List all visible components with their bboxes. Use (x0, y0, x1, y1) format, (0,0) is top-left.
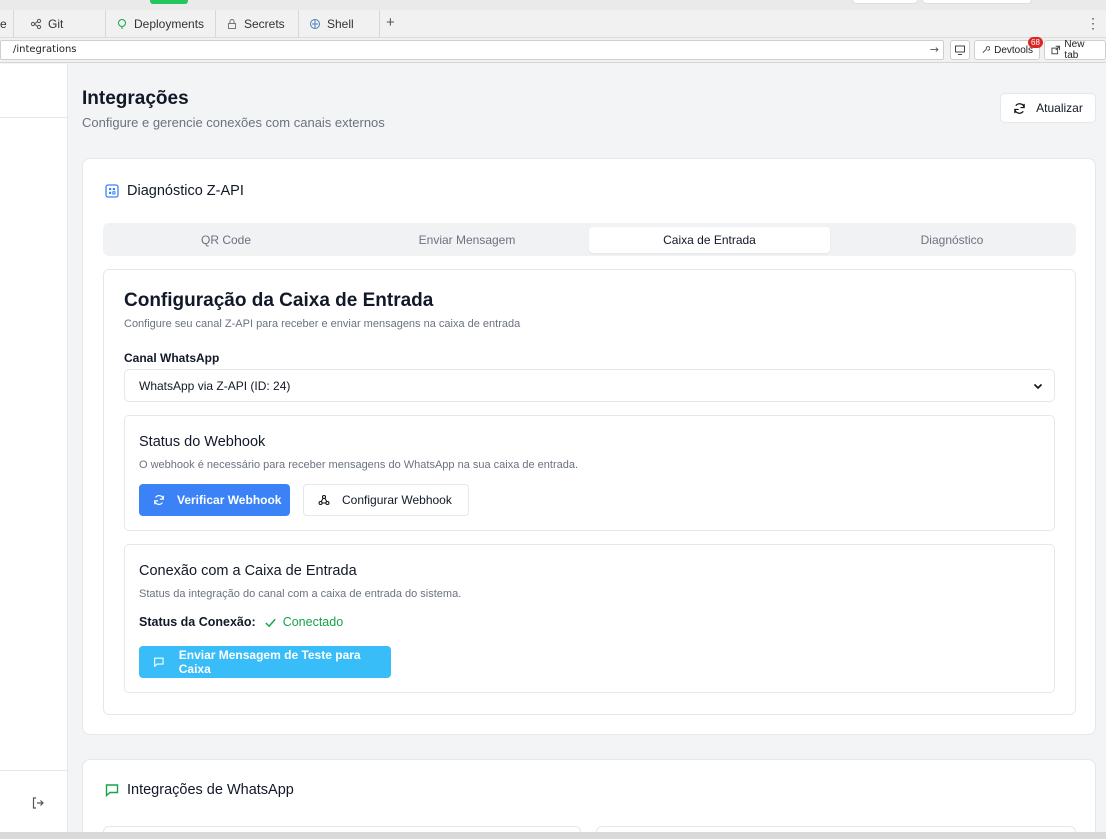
inbox-config-panel: Configuração da Caixa de Entrada Configu… (103, 269, 1076, 715)
more-options-icon[interactable]: ⋮ (1086, 15, 1100, 32)
url-text: /integrations (13, 44, 77, 55)
partial-icon: e (0, 17, 7, 31)
tab-secrets[interactable]: Secrets (216, 10, 299, 38)
inbox-config-subtitle: Configure seu canal Z-API para receber e… (124, 318, 521, 330)
refresh-button[interactable]: Atualizar (1000, 93, 1096, 123)
verify-webhook-label: Verificar Webhook (177, 493, 282, 507)
webhook-description: O webhook é necessário para receber mens… (139, 459, 579, 471)
webhook-title: Status do Webhook (139, 434, 266, 450)
devtools-button[interactable]: Devtools 68 (974, 37, 1043, 60)
device-preview-button[interactable] (950, 40, 970, 60)
whatsapp-card-title: Integrações de WhatsApp (105, 782, 294, 798)
new-tab-label: New tab (1064, 39, 1085, 61)
browser-top-strip (0, 0, 1106, 10)
tab-qr-code[interactable]: QR Code (107, 227, 345, 253)
message-icon (154, 657, 164, 668)
monitor-icon (955, 45, 965, 55)
tab-label: Secrets (244, 17, 285, 31)
external-link-icon (1051, 45, 1060, 55)
active-tab-indicator (150, 0, 188, 4)
diagnostic-title: Diagnóstico Z-API (127, 183, 244, 199)
whatsapp-title: Integrações de WhatsApp (127, 782, 294, 798)
tab-inbox[interactable]: Caixa de Entrada (589, 227, 830, 253)
diagnostic-card: Diagnóstico Z-API QR Code Enviar Mensage… (82, 158, 1096, 735)
url-row: /integrations → Devtools 68 New tab (0, 37, 1106, 63)
configure-webhook-button[interactable]: Configurar Webhook (303, 484, 469, 516)
connection-description: Status da integração do canal com a caix… (139, 588, 462, 600)
connection-title: Conexão com a Caixa de Entrada (139, 563, 357, 579)
connection-status-value: Conectado (264, 615, 343, 629)
tab-label: Shell (327, 17, 354, 31)
inbox-config-title: Configuração da Caixa de Entrada (124, 290, 434, 311)
connection-status-label: Status da Conexão: (139, 615, 256, 629)
deploy-icon (118, 19, 126, 29)
git-icon (30, 18, 42, 30)
tab-git[interactable]: Git (20, 10, 106, 38)
logout-icon[interactable] (31, 796, 45, 810)
tab-shell[interactable]: Shell (299, 10, 380, 38)
configure-webhook-label: Configurar Webhook (342, 493, 452, 507)
check-icon (265, 618, 276, 627)
page-subtitle: Configure e gerencie conexões com canais… (82, 115, 385, 130)
channel-select[interactable]: WhatsApp via Z-API (ID: 24) (124, 369, 1055, 402)
connection-status: Status da Conexão: Conectado (139, 615, 343, 629)
qr-scan-icon (105, 184, 119, 198)
devtools-badge: 68 (1028, 37, 1043, 48)
send-test-message-label: Enviar Mensagem de Teste para Caixa (178, 648, 361, 676)
channel-label: Canal WhatsApp (124, 351, 220, 365)
send-test-message-button[interactable]: Enviar Mensagem de Teste para Caixa (139, 646, 391, 678)
chevron-down-icon (1033, 383, 1043, 390)
diagnostic-card-title: Diagnóstico Z-API (105, 183, 244, 199)
main-content: Integrações Configure e gerencie conexõe… (68, 64, 1106, 839)
window-control[interactable] (852, 0, 918, 4)
browser-tab-bar: e Git Deployments Secrets Shell + ⋮ (0, 10, 1106, 38)
verify-webhook-button[interactable]: Verificar Webhook (139, 484, 290, 516)
inbox-connection-box: Conexão com a Caixa de Entrada Status da… (124, 544, 1055, 693)
tab-send-message[interactable]: Enviar Mensagem (348, 227, 586, 253)
bottom-scrollbar[interactable] (0, 832, 1106, 839)
page-title: Integrações (82, 88, 189, 109)
tab-label: Git (48, 17, 64, 31)
devtools-label: Devtools (994, 44, 1033, 56)
tab-partial[interactable]: e (0, 10, 14, 38)
webhook-icon (318, 494, 330, 506)
tab-label: Deployments (134, 17, 205, 31)
shell-icon (310, 19, 320, 29)
url-input[interactable]: /integrations → (0, 40, 944, 60)
sidebar-divider (0, 770, 67, 771)
webhook-status-box: Status do Webhook O webhook é necessário… (124, 415, 1055, 531)
tab-deployments[interactable]: Deployments (106, 10, 216, 38)
window-control[interactable] (922, 0, 1032, 4)
lock-icon (228, 19, 236, 29)
whatsapp-integrations-card: Integrações de WhatsApp (82, 759, 1096, 839)
connection-status-text: Conectado (282, 615, 344, 629)
refresh-icon (1014, 102, 1025, 114)
channel-select-value: WhatsApp via Z-API (ID: 24) (139, 378, 291, 393)
go-arrow-icon[interactable]: → (930, 41, 939, 59)
wrench-icon (982, 46, 991, 54)
refresh-icon (154, 495, 164, 505)
tab-diagnostic[interactable]: Diagnóstico (833, 227, 1071, 253)
message-square-icon (105, 784, 119, 797)
new-tab-link-button[interactable]: New tab (1044, 39, 1106, 61)
sidebar-divider (0, 117, 67, 118)
diagnostic-tabs: QR Code Enviar Mensagem Caixa de Entrada… (103, 223, 1076, 256)
new-tab-button[interactable]: + (386, 14, 395, 31)
sidebar (0, 64, 68, 839)
refresh-label: Atualizar (1036, 101, 1083, 115)
